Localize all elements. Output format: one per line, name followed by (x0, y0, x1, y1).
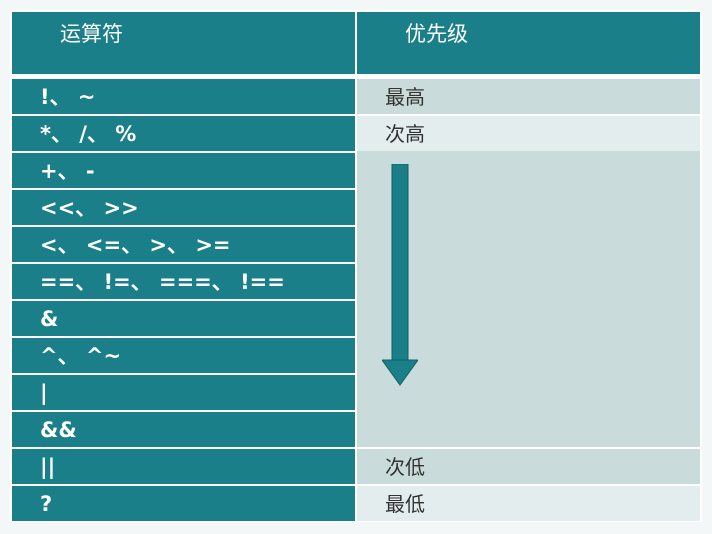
operator-cell: ? (12, 486, 355, 521)
priority-cell-highest: 最高 (357, 79, 700, 114)
operator-cell: | (12, 375, 355, 410)
down-arrow-icon (382, 164, 418, 386)
operator-cell: & (12, 301, 355, 336)
operator-cell: <<、 >> (12, 190, 355, 225)
operator-precedence-table: 运算符 优先级 !、 ~ *、 /、 % +、 - <<、 >> <、 <=、 … (10, 10, 702, 522)
operator-cell: *、 /、 % (12, 116, 355, 151)
operator-cell: !、 ~ (12, 79, 355, 114)
priority-cell-lowest: 最低 (357, 486, 700, 521)
header-operator: 运算符 (12, 12, 355, 74)
operator-cell: && (12, 412, 355, 447)
priority-cell-second-lowest: 次低 (357, 449, 700, 484)
operator-cell: || (12, 449, 355, 484)
priority-cell-second-highest: 次高 (357, 116, 700, 151)
operator-cell: ==、 !=、 ===、 !== (12, 264, 355, 299)
operator-cell: ^、 ^~ (12, 338, 355, 373)
operator-cell: +、 - (12, 153, 355, 188)
operator-cell: <、 <=、 >、 >= (12, 227, 355, 262)
header-priority: 优先级 (357, 12, 700, 74)
